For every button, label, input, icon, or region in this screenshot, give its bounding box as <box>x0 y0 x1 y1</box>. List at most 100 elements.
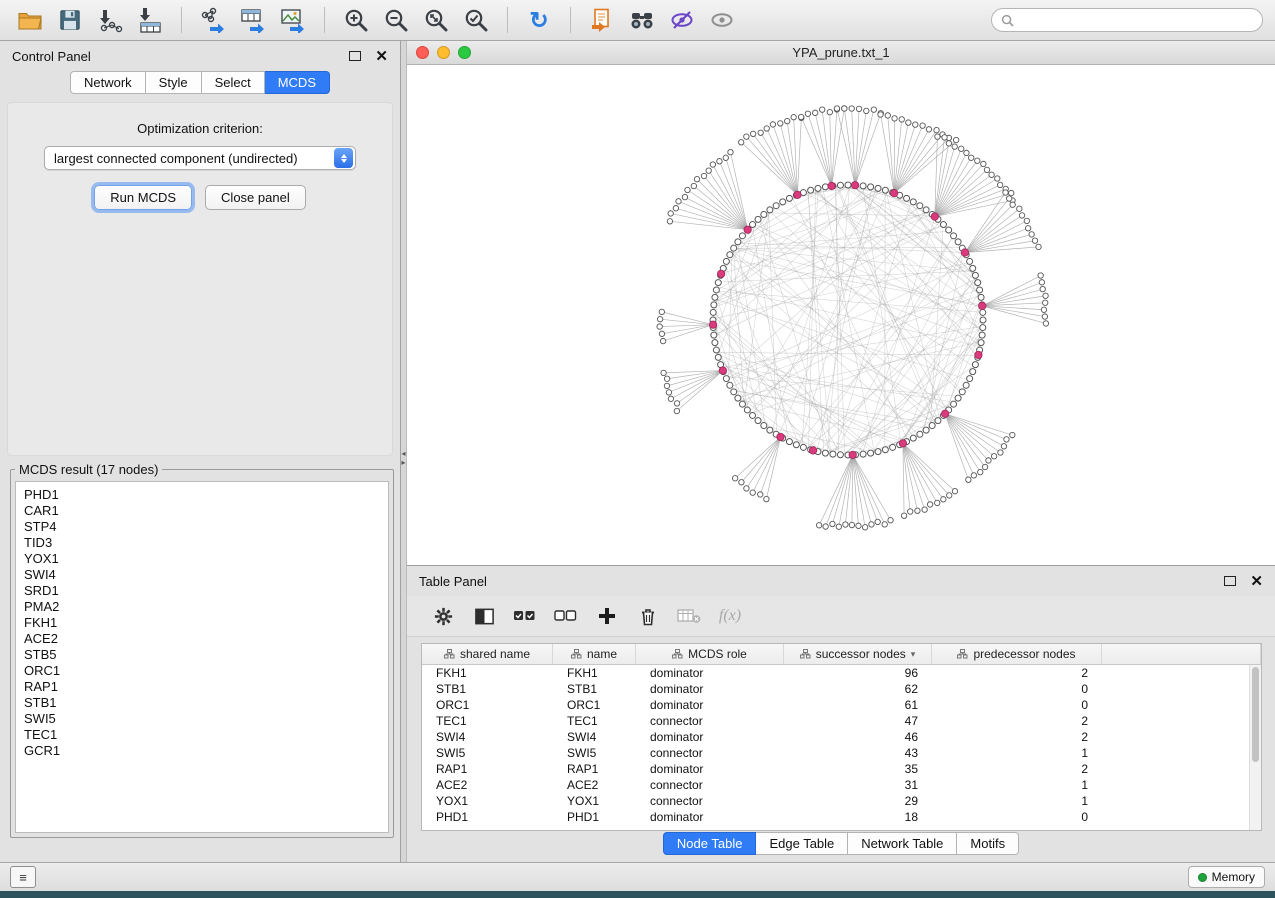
column-attribute-icon <box>444 649 455 659</box>
export-network-icon[interactable] <box>195 4 231 36</box>
table-cell: PHD1 <box>422 809 553 825</box>
select-all-icon[interactable] <box>513 604 537 628</box>
table-row[interactable]: SWI5SWI5connector431 <box>422 745 1261 761</box>
table-cell: ORC1 <box>553 697 636 713</box>
table-row[interactable]: ORC1ORC1dominator610 <box>422 697 1261 713</box>
table-cell: 2 <box>932 761 1102 777</box>
table-row[interactable]: ACE2ACE2connector311 <box>422 777 1261 793</box>
tab-mcds[interactable]: MCDS <box>265 71 330 94</box>
table-tab-node-table[interactable]: Node Table <box>663 832 757 855</box>
float-table-panel-icon[interactable] <box>1224 576 1236 586</box>
float-panel-icon[interactable] <box>349 51 361 61</box>
export-table-icon[interactable] <box>235 4 271 36</box>
run-mcds-button[interactable]: Run MCDS <box>94 185 192 210</box>
table-cell: dominator <box>636 681 784 697</box>
network-graph[interactable] <box>407 65 1274 565</box>
zoom-fit-icon[interactable] <box>418 4 454 36</box>
column-header-name[interactable]: name <box>553 644 636 664</box>
node-table[interactable]: shared namenameMCDS rolesuccessor nodes▾… <box>421 643 1262 831</box>
show-columns-icon[interactable] <box>472 604 496 628</box>
import-table-icon[interactable] <box>132 4 168 36</box>
mcds-result-item[interactable]: CAR1 <box>24 503 380 519</box>
table-tab-edge-table[interactable]: Edge Table <box>756 832 848 855</box>
search-box[interactable] <box>991 8 1263 32</box>
mcds-result-item[interactable]: ACE2 <box>24 631 380 647</box>
table-tab-network-table[interactable]: Network Table <box>848 832 957 855</box>
save-icon[interactable] <box>52 4 88 36</box>
network-canvas[interactable] <box>407 65 1275 565</box>
memory-button[interactable]: Memory <box>1188 866 1265 888</box>
column-header-predecessor-nodes[interactable]: predecessor nodes <box>932 644 1102 664</box>
window-minimize-button[interactable] <box>437 46 450 59</box>
tab-network[interactable]: Network <box>70 71 146 94</box>
mcds-result-item[interactable]: SWI5 <box>24 711 380 727</box>
deselect-all-icon[interactable] <box>554 604 578 628</box>
hide-details-icon[interactable] <box>664 4 700 36</box>
table-row[interactable]: RAP1RAP1dominator352 <box>422 761 1261 777</box>
table-row[interactable]: TEC1TEC1connector472 <box>422 713 1261 729</box>
column-header-MCDS-role[interactable]: MCDS role <box>636 644 784 664</box>
table-cell: 46 <box>784 729 932 745</box>
optimization-criterion-select[interactable]: largest connected component (undirected) <box>44 146 356 170</box>
panel-list-icon[interactable]: ≡ <box>10 866 36 888</box>
network-window-titlebar[interactable]: YPA_prune.txt_1 <box>407 41 1275 65</box>
column-header-shared-name[interactable]: shared name <box>422 644 553 664</box>
tab-style[interactable]: Style <box>146 71 202 94</box>
refresh-layout-icon[interactable]: ↻ <box>521 4 557 36</box>
mcds-result-item[interactable]: STP4 <box>24 519 380 535</box>
table-cell: ORC1 <box>422 697 553 713</box>
table-row[interactable]: PHD1PHD1dominator180 <box>422 809 1261 825</box>
table-cell: SWI5 <box>553 745 636 761</box>
export-document-icon[interactable] <box>584 4 620 36</box>
window-close-button[interactable] <box>416 46 429 59</box>
table-cell: dominator <box>636 697 784 713</box>
add-column-icon[interactable] <box>595 604 619 628</box>
table-row[interactable]: SWI4SWI4dominator462 <box>422 729 1261 745</box>
table-header-row: shared namenameMCDS rolesuccessor nodes▾… <box>422 644 1261 665</box>
mcds-result-item[interactable]: FKH1 <box>24 615 380 631</box>
mcds-result-item[interactable]: PHD1 <box>24 487 380 503</box>
table-settings-gear-icon[interactable] <box>431 604 455 628</box>
table-row[interactable]: STB1STB1dominator620 <box>422 681 1261 697</box>
close-panel-icon[interactable]: ✕ <box>375 49 388 64</box>
table-panel-title: Table Panel <box>419 574 487 589</box>
zoom-selected-icon[interactable] <box>458 4 494 36</box>
close-panel-button[interactable]: Close panel <box>205 185 306 210</box>
mcds-result-item[interactable]: YOX1 <box>24 551 380 567</box>
table-cell: 1 <box>932 777 1102 793</box>
tab-select[interactable]: Select <box>202 71 265 94</box>
table-row[interactable]: FKH1FKH1dominator962 <box>422 665 1261 681</box>
mcds-result-item[interactable]: PMA2 <box>24 599 380 615</box>
mcds-result-item[interactable]: SWI4 <box>24 567 380 583</box>
mcds-result-item[interactable]: RAP1 <box>24 679 380 695</box>
table-cell: connector <box>636 713 784 729</box>
scrollbar-thumb[interactable] <box>1252 667 1259 762</box>
table-cell: 96 <box>784 665 932 681</box>
search-input[interactable] <box>1020 12 1253 28</box>
table-vertical-scrollbar[interactable] <box>1249 665 1261 830</box>
table-row[interactable]: YOX1YOX1connector291 <box>422 793 1261 809</box>
show-details-icon[interactable] <box>704 4 740 36</box>
open-folder-icon[interactable] <box>12 4 48 36</box>
table-tab-motifs[interactable]: Motifs <box>957 832 1019 855</box>
mcds-result-item[interactable]: TID3 <box>24 535 380 551</box>
mcds-result-item[interactable]: GCR1 <box>24 743 380 759</box>
mcds-result-item[interactable]: ORC1 <box>24 663 380 679</box>
window-zoom-button[interactable] <box>458 46 471 59</box>
mcds-result-item[interactable]: TEC1 <box>24 727 380 743</box>
mcds-result-item[interactable]: STB5 <box>24 647 380 663</box>
first-neighbors-icon[interactable] <box>624 4 660 36</box>
table-toolbar: f(x) <box>407 596 1275 637</box>
mcds-result-item[interactable]: SRD1 <box>24 583 380 599</box>
mcds-result-item[interactable]: STB1 <box>24 695 380 711</box>
close-table-panel-icon[interactable]: ✕ <box>1250 574 1263 589</box>
import-network-icon[interactable] <box>92 4 128 36</box>
control-panel-tabs: Network Style Select MCDS <box>0 71 400 94</box>
mcds-result-list[interactable]: PHD1CAR1STP4TID3YOX1SWI4SRD1PMA2FKH1ACE2… <box>15 481 389 833</box>
column-header-successor-nodes[interactable]: successor nodes▾ <box>784 644 932 664</box>
zoom-out-icon[interactable] <box>378 4 414 36</box>
delete-column-icon[interactable] <box>636 604 660 628</box>
export-image-icon[interactable] <box>275 4 311 36</box>
mcds-result-title: MCDS result (17 nodes) <box>15 462 162 477</box>
zoom-in-icon[interactable] <box>338 4 374 36</box>
